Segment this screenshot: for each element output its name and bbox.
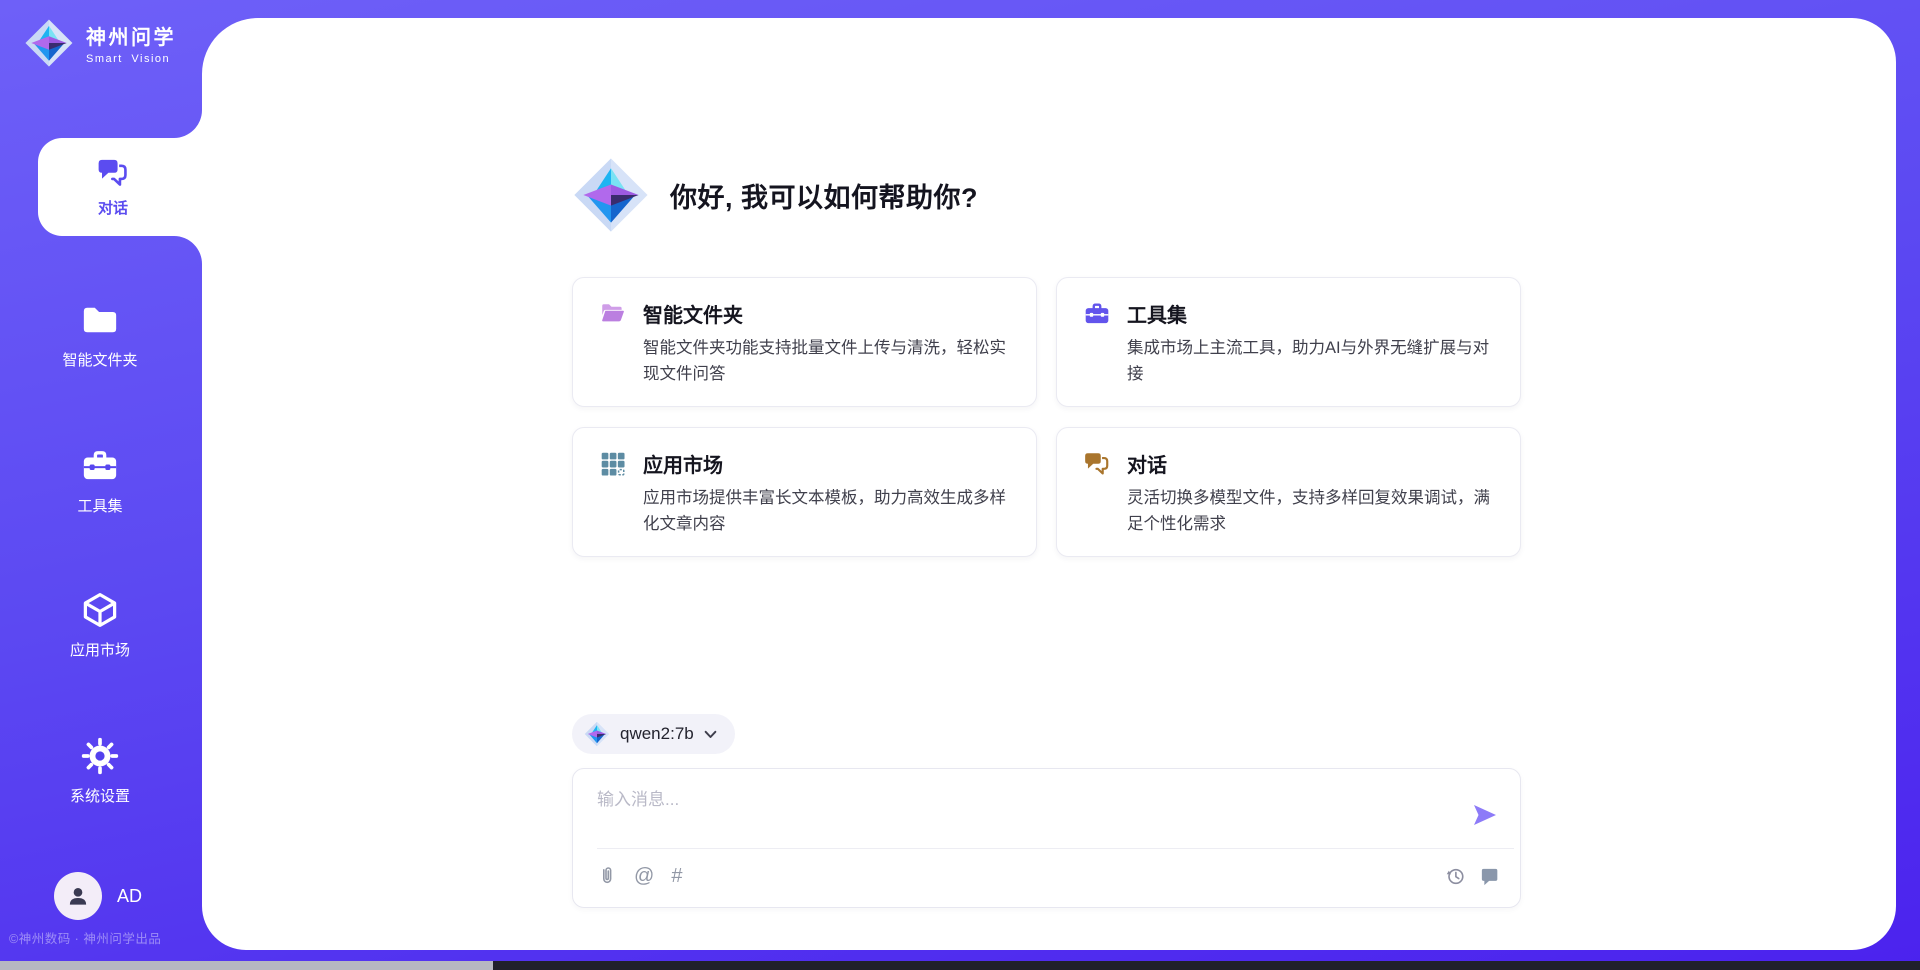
person-icon	[65, 883, 91, 909]
user-label: AD	[117, 886, 142, 907]
paperclip-icon[interactable]	[597, 865, 617, 886]
card-description: 灵活切换多模型文件，支持多样回复效果调试，满足个性化需求	[1127, 485, 1498, 538]
copyright-text: ©神州数码 · 神州问学出品	[9, 928, 161, 947]
chevron-down-icon	[704, 730, 717, 739]
model-name: qwen2:7b	[620, 724, 694, 744]
sidebar-item-label: 应用市场	[70, 639, 130, 660]
card-app-market[interactable]: 应用市场 应用市场提供丰富长文本模板，助力高效生成多样化文章内容	[572, 427, 1037, 557]
app-root: 神州问学 Smart Vision 对话 智能文件夹 工具集	[0, 0, 1920, 970]
message-input[interactable]	[597, 785, 1457, 841]
gear-icon	[80, 736, 120, 776]
horizontal-scrollbar-thumb[interactable]	[0, 961, 493, 970]
card-smart-folder[interactable]: 智能文件夹 智能文件夹功能支持批量文件上传与清洗，轻松实现文件问答	[572, 277, 1037, 407]
sidebar-item-label: 智能文件夹	[62, 349, 137, 370]
card-title: 智能文件夹	[643, 299, 743, 328]
horizontal-scrollbar	[0, 961, 1920, 970]
diamond-logo-icon	[24, 18, 74, 68]
diamond-logo-icon	[584, 721, 610, 747]
brand: 神州问学 Smart Vision	[24, 18, 176, 68]
composer-toolbar: @ #	[597, 865, 682, 886]
card-toolset[interactable]: 工具集 集成市场上主流工具，助力AI与外界无缝扩展与对接	[1056, 277, 1521, 407]
folder-icon	[80, 300, 120, 340]
sidebar-item-settings[interactable]: 系统设置	[0, 736, 200, 806]
sidebar-item-app-market[interactable]: 应用市场	[0, 590, 200, 660]
avatar	[54, 872, 102, 920]
cube-icon	[80, 590, 120, 630]
user-account[interactable]: AD	[54, 872, 142, 920]
card-description: 集成市场上主流工具，助力AI与外界无缝扩展与对接	[1127, 335, 1498, 388]
toolbox-icon	[1083, 300, 1111, 328]
greeting-title: 你好, 我可以如何帮助你?	[670, 176, 978, 215]
feature-cards: 智能文件夹 智能文件夹功能支持批量文件上传与清洗，轻松实现文件问答 工具集 集成…	[572, 277, 1521, 557]
card-chat[interactable]: 对话 灵活切换多模型文件，支持多样回复效果调试，满足个性化需求	[1056, 427, 1521, 557]
chat-icon	[96, 156, 130, 190]
model-selector[interactable]: qwen2:7b	[572, 714, 735, 754]
sidebar-item-chat[interactable]: 对话	[38, 138, 188, 236]
greeting: 你好, 我可以如何帮助你?	[572, 156, 978, 234]
message-composer: @ #	[572, 768, 1521, 908]
app-grid-icon	[599, 450, 627, 478]
sidebar-item-label: 工具集	[77, 495, 122, 516]
composer-right-tools	[1445, 866, 1500, 887]
card-description: 智能文件夹功能支持批量文件上传与清洗，轻松实现文件问答	[643, 335, 1014, 388]
diamond-logo-icon	[572, 156, 650, 234]
send-icon[interactable]	[1472, 802, 1498, 828]
sidebar-item-toolset[interactable]: 工具集	[0, 446, 200, 516]
folder-open-icon	[599, 300, 627, 328]
brand-subtitle: Smart Vision	[86, 53, 176, 65]
history-icon[interactable]	[1445, 866, 1466, 887]
sidebar-item-label: 对话	[98, 197, 128, 218]
card-title: 对话	[1127, 449, 1167, 478]
at-sign-icon[interactable]: @	[634, 866, 654, 886]
card-description: 应用市场提供丰富长文本模板，助力高效生成多样化文章内容	[643, 485, 1014, 538]
chat-icon	[1083, 450, 1111, 478]
brand-name: 神州问学	[86, 21, 176, 50]
feedback-chat-icon[interactable]	[1479, 866, 1500, 887]
card-title: 应用市场	[643, 449, 723, 478]
sidebar-item-label: 系统设置	[70, 785, 130, 806]
sidebar: 神州问学 Smart Vision 对话 智能文件夹 工具集	[0, 0, 202, 970]
hash-icon[interactable]: #	[671, 866, 682, 886]
toolbox-icon	[80, 446, 120, 486]
composer-divider	[597, 848, 1514, 849]
card-title: 工具集	[1127, 299, 1187, 328]
sidebar-item-smart-folder[interactable]: 智能文件夹	[0, 300, 200, 370]
